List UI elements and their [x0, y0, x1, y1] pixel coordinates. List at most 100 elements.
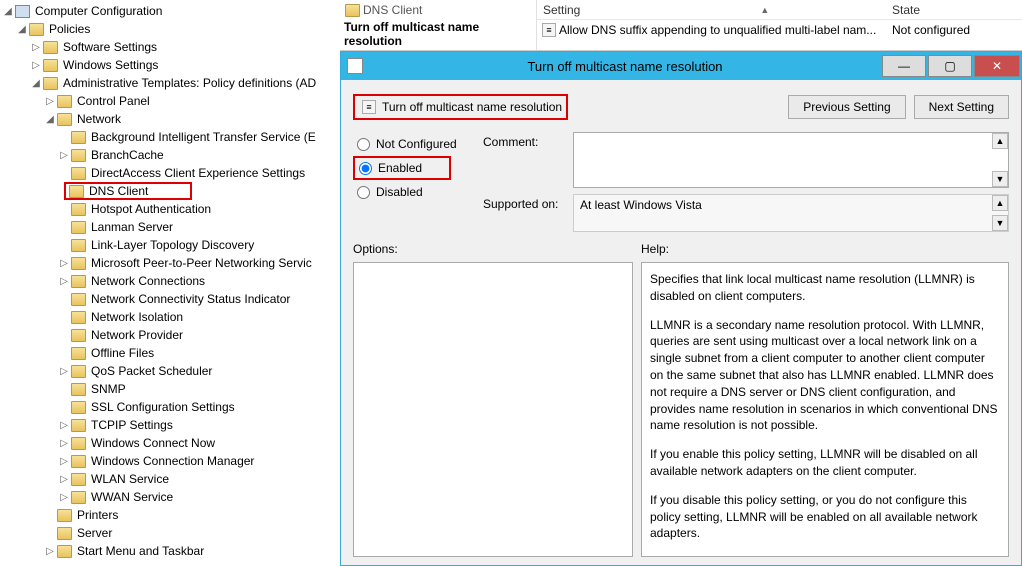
tree-label: Lanman Server — [89, 220, 175, 234]
tree-label: Windows Settings — [61, 58, 160, 72]
sort-asc-icon: ▲ — [760, 5, 769, 15]
policy-tree[interactable]: ◢Computer Configuration ◢Policies ▷Softw… — [0, 0, 340, 566]
maximize-button[interactable]: ▢ — [928, 55, 972, 77]
tree-item[interactable]: DirectAccess Client Experience Settings — [2, 164, 340, 182]
folder-icon — [71, 401, 86, 414]
help-text: LLMNR is a secondary name resolution pro… — [650, 317, 1000, 435]
tree-startmenu[interactable]: ▷Start Menu and Taskbar — [2, 542, 340, 560]
folder-icon — [57, 113, 72, 126]
tree-item[interactable]: Lanman Server — [2, 218, 340, 236]
folder-icon — [71, 167, 86, 180]
tree-label: WWAN Service — [89, 490, 175, 504]
help-text: Specifies that link local multicast name… — [650, 271, 1000, 305]
tree-item[interactable]: Background Intelligent Transfer Service … — [2, 128, 340, 146]
tree-server[interactable]: Server — [2, 524, 340, 542]
radio-label: Not Configured — [376, 137, 457, 151]
tree-label: Network Provider — [89, 328, 185, 342]
tree-item[interactable]: Offline Files — [2, 344, 340, 362]
tree-item[interactable]: ▷BranchCache — [2, 146, 340, 164]
tree-printers[interactable]: Printers — [2, 506, 340, 524]
radio-label: Enabled — [378, 161, 422, 175]
folder-icon — [71, 455, 86, 468]
col-state[interactable]: State — [892, 3, 1022, 17]
list-columns[interactable]: Setting ▲ State — [537, 0, 1022, 20]
folder-icon — [71, 491, 86, 504]
tree-label: Network — [75, 112, 123, 126]
tree-label: Network Connections — [89, 274, 207, 288]
folder-icon — [71, 437, 86, 450]
tree-software[interactable]: ▷Software Settings — [2, 38, 340, 56]
folder-icon — [71, 365, 86, 378]
tree-item[interactable]: ▷Windows Connect Now — [2, 434, 340, 452]
tree-item[interactable]: ▷TCPIP Settings — [2, 416, 340, 434]
setting-name: Turn off multicast name resolution — [382, 100, 562, 114]
radio-enabled[interactable]: Enabled — [353, 156, 451, 180]
col-setting[interactable]: Setting — [543, 3, 580, 17]
previous-setting-button[interactable]: Previous Setting — [788, 95, 905, 119]
policy-dialog: Turn off multicast name resolution — ▢ ✕… — [340, 51, 1022, 566]
tree-item[interactable]: SSL Configuration Settings — [2, 398, 340, 416]
tree-label: Network Connectivity Status Indicator — [89, 292, 292, 306]
tree-item[interactable]: Hotspot Authentication — [2, 200, 340, 218]
tree-windows[interactable]: ▷Windows Settings — [2, 56, 340, 74]
tree-ctrl[interactable]: ▷Control Panel — [2, 92, 340, 110]
tree-item[interactable]: ▷Windows Connection Manager — [2, 452, 340, 470]
tree-label: WLAN Service — [89, 472, 171, 486]
folder-icon — [71, 257, 86, 270]
scroll-down-icon[interactable]: ▼ — [992, 171, 1008, 187]
close-button[interactable]: ✕ — [974, 55, 1020, 77]
folder-icon — [71, 203, 86, 216]
tree-label: Background Intelligent Transfer Service … — [89, 130, 318, 144]
tree-item[interactable]: DNS Client — [2, 182, 340, 200]
scroll-up-icon[interactable]: ▲ — [992, 195, 1008, 211]
tree-network[interactable]: ◢Network — [2, 110, 340, 128]
setting-icon: ≡ — [362, 100, 376, 114]
tree-label: DirectAccess Client Experience Settings — [89, 166, 307, 180]
computer-icon — [15, 5, 30, 18]
setting-name-box: ≡ Turn off multicast name resolution — [353, 94, 568, 120]
radio-not-configured[interactable]: Not Configured — [353, 132, 483, 156]
tree-label: Link-Layer Topology Discovery — [89, 238, 256, 252]
tree-item[interactable]: ▷Microsoft Peer-to-Peer Networking Servi… — [2, 254, 340, 272]
dialog-title: Turn off multicast name resolution — [369, 59, 881, 74]
folder-icon — [69, 185, 84, 198]
tree-policies[interactable]: ◢Policies — [2, 20, 340, 38]
tree-item[interactable]: Link-Layer Topology Discovery — [2, 236, 340, 254]
supported-label: Supported on: — [483, 194, 573, 211]
tree-root[interactable]: ◢Computer Configuration — [2, 2, 340, 20]
tree-item[interactable]: Network Isolation — [2, 308, 340, 326]
scroll-down-icon[interactable]: ▼ — [992, 215, 1008, 231]
minimize-button[interactable]: — — [882, 55, 926, 77]
tree-label: DNS Client — [87, 184, 150, 198]
setting-state-cell: Not configured — [892, 23, 1022, 37]
comment-textarea[interactable]: ▲ ▼ — [573, 132, 1009, 188]
tree-label: Software Settings — [61, 40, 159, 54]
folder-icon — [71, 131, 86, 144]
help-text: If you disable this policy setting, or y… — [650, 492, 1000, 542]
options-panel — [353, 262, 633, 557]
tree-item[interactable]: Network Connectivity Status Indicator — [2, 290, 340, 308]
folder-icon — [43, 41, 58, 54]
tree-label: Windows Connection Manager — [89, 454, 256, 468]
tree-item[interactable]: ▷QoS Packet Scheduler — [2, 362, 340, 380]
folder-icon — [71, 473, 86, 486]
next-setting-button[interactable]: Next Setting — [914, 95, 1009, 119]
tree-item[interactable]: SNMP — [2, 380, 340, 398]
tree-item[interactable]: ▷WWAN Service — [2, 488, 340, 506]
tree-item[interactable]: ▷WLAN Service — [2, 470, 340, 488]
setting-row[interactable]: ≡ Allow DNS suffix appending to unqualif… — [537, 20, 1022, 40]
tree-label: Network Isolation — [89, 310, 185, 324]
titlebar[interactable]: Turn off multicast name resolution — ▢ ✕ — [341, 52, 1021, 80]
tree-label: Server — [75, 526, 114, 540]
scroll-up-icon[interactable]: ▲ — [992, 133, 1008, 149]
tree-label: Windows Connect Now — [89, 436, 217, 450]
tree-item[interactable]: Network Provider — [2, 326, 340, 344]
tree-admin[interactable]: ◢Administrative Templates: Policy defini… — [2, 74, 340, 92]
tree-label: Offline Files — [89, 346, 156, 360]
radio-group: Not Configured Enabled Disabled — [353, 132, 483, 232]
supported-value: At least Windows Vista — [580, 198, 702, 212]
tree-item[interactable]: ▷Network Connections — [2, 272, 340, 290]
folder-icon — [71, 329, 86, 342]
radio-disabled[interactable]: Disabled — [353, 180, 483, 204]
tree-label: Computer Configuration — [33, 4, 164, 18]
